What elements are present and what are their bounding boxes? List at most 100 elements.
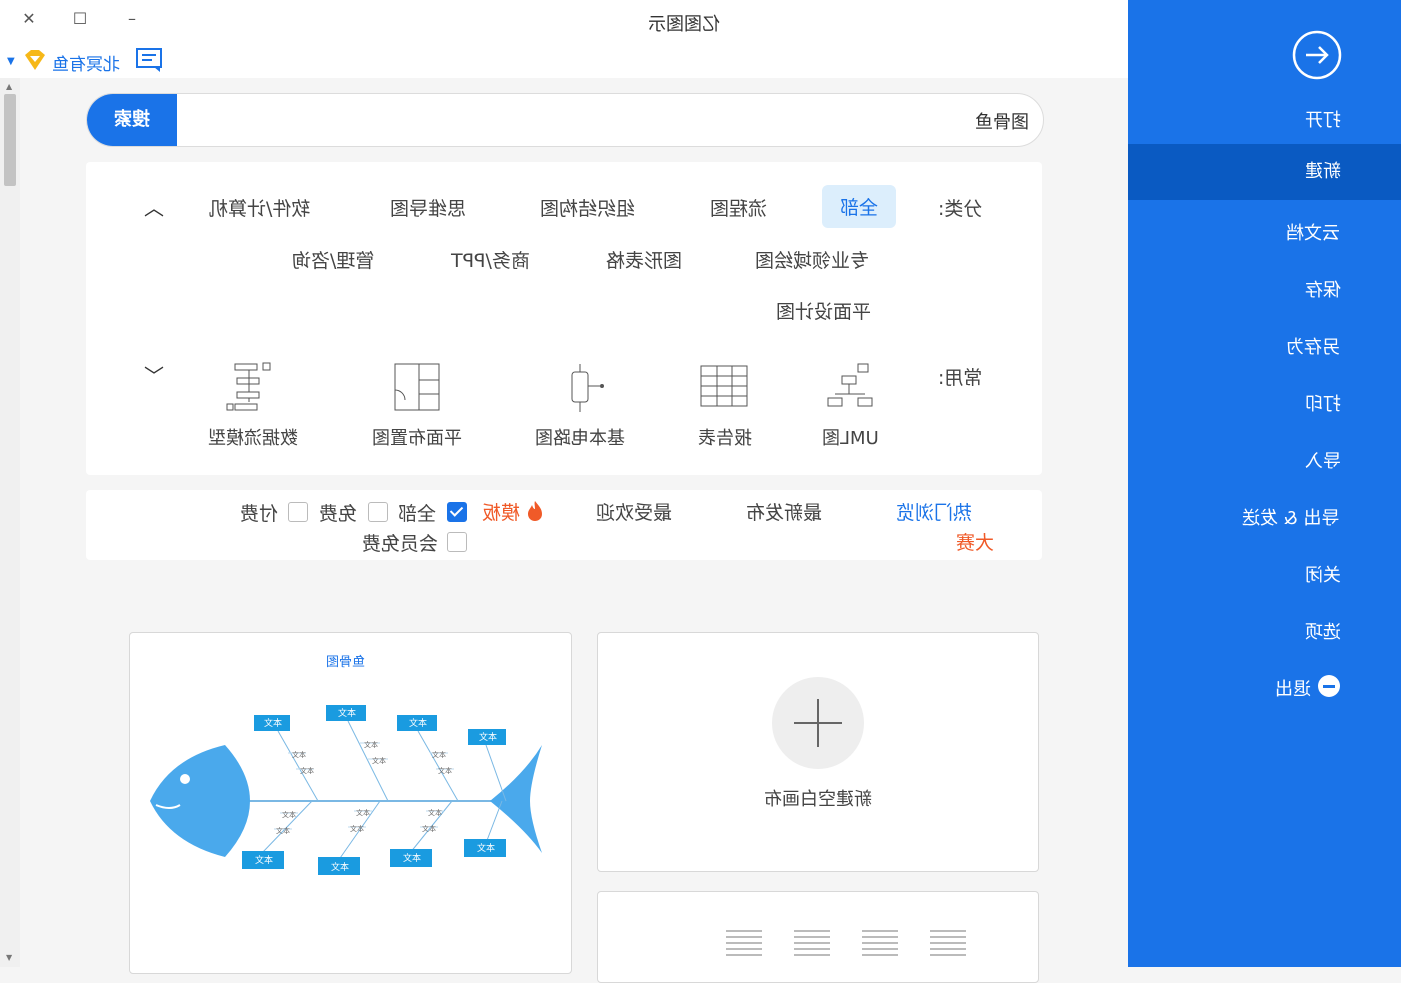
fire-icon bbox=[528, 501, 543, 521]
sidebar-item-options[interactable]: 选项 bbox=[1128, 618, 1401, 644]
fishbone-box: 文本 bbox=[326, 705, 366, 721]
svg-text:文本: 文本 bbox=[255, 854, 273, 866]
fishbone-diagram: 文本 文本 文本 文本 文本 文本 文本 文本 文本 文本 文本 文本 文本 文… bbox=[150, 705, 542, 875]
svg-text:文本: 文本 bbox=[409, 717, 427, 729]
sidebar-item-export-send[interactable]: 导出 & 发送 bbox=[1128, 504, 1401, 530]
collapse-up-icon[interactable]: ︿ bbox=[144, 192, 164, 221]
category-mindmap[interactable]: 思维导图 bbox=[390, 194, 466, 221]
fishbone-box: 文本 bbox=[242, 851, 284, 869]
message-icon[interactable] bbox=[134, 46, 164, 74]
category-graphic-table[interactable]: 图形表格 bbox=[606, 246, 682, 273]
category-panel: 分类: 全部 流程图 组织结构图 思维导图 软件/计算机 ︿ 专业领域绘图 图形… bbox=[86, 162, 1042, 475]
sidebar-item-exit[interactable]: 退出 bbox=[1128, 675, 1401, 701]
common-circuit[interactable]: 基本电路图 bbox=[515, 362, 645, 450]
window-title-text: 亿图图示 bbox=[648, 14, 720, 35]
svg-text:文本: 文本 bbox=[428, 808, 442, 817]
expand-down-icon[interactable]: ﹀ bbox=[144, 360, 164, 389]
svg-text:文本: 文本 bbox=[432, 750, 446, 759]
common-report[interactable]: 报告表 bbox=[660, 362, 790, 450]
report-icon bbox=[700, 365, 748, 407]
fishbone-box: 文本 bbox=[468, 729, 506, 745]
uml-icon bbox=[827, 363, 873, 407]
search-button-label: 搜索 bbox=[114, 109, 150, 130]
search-button[interactable]: 搜索 bbox=[87, 94, 177, 146]
user-name[interactable]: 北冥有鱼 bbox=[52, 50, 120, 75]
common-dataflow[interactable]: 数据流模型 bbox=[188, 362, 318, 450]
svg-text:文本: 文本 bbox=[403, 852, 421, 864]
sidebar-item-open[interactable]: 打开 bbox=[1128, 106, 1401, 132]
scroll-thumb[interactable] bbox=[4, 94, 16, 186]
maximize-icon: ☐ bbox=[72, 9, 88, 28]
filter-free-label: 免费 bbox=[319, 503, 358, 525]
fishbone-box: 文本 bbox=[390, 849, 432, 867]
sidebar-item-print[interactable]: 打印 bbox=[1128, 390, 1401, 416]
svg-text:文本: 文本 bbox=[338, 707, 356, 719]
svg-text:文本: 文本 bbox=[292, 750, 306, 759]
search-input[interactable] bbox=[197, 103, 1031, 139]
common-floor-plan[interactable]: 平面布置图 bbox=[352, 362, 482, 450]
category-software[interactable]: 软件/计算机 bbox=[209, 194, 310, 221]
minimize-icon: – bbox=[128, 9, 136, 28]
close-icon: ✕ bbox=[22, 9, 36, 28]
exit-icon[interactable] bbox=[1318, 675, 1340, 697]
svg-text:文本: 文本 bbox=[282, 810, 296, 819]
tab-hot-browse[interactable]: 热门浏览 bbox=[896, 498, 972, 525]
maximize-button[interactable]: ☐ bbox=[68, 8, 92, 32]
svg-text:文本: 文本 bbox=[350, 824, 364, 833]
filter-paid-checkbox[interactable] bbox=[288, 502, 308, 522]
circuit-icon bbox=[571, 364, 604, 412]
category-graphic-design[interactable]: 平面设计图 bbox=[776, 297, 871, 324]
close-button[interactable]: ✕ bbox=[17, 8, 41, 32]
minimize-button[interactable]: – bbox=[120, 8, 144, 32]
user-dropdown-icon[interactable]: ▼ bbox=[7, 56, 15, 67]
sidebar-item-save-as[interactable]: 另存为 bbox=[1128, 333, 1401, 359]
fishbone-box: 文本 bbox=[254, 715, 290, 731]
category-org-chart[interactable]: 组织结构图 bbox=[540, 194, 635, 221]
category-management[interactable]: 管理/咨询 bbox=[292, 246, 374, 273]
fishbone-box: 文本 bbox=[397, 715, 437, 731]
new-blank-canvas-card[interactable]: 新建空白画布 bbox=[597, 632, 1039, 872]
common-label: 常用: bbox=[938, 367, 983, 389]
sidebar-item-cloud-docs[interactable]: 云文档 bbox=[1128, 219, 1401, 245]
svg-text:文本: 文本 bbox=[477, 842, 495, 854]
user-name-text: 北冥有鱼 bbox=[52, 55, 120, 75]
filter-all-checkbox[interactable] bbox=[447, 502, 467, 522]
svg-text:文本: 文本 bbox=[300, 766, 314, 775]
tab-contest[interactable]: 大赛 bbox=[956, 528, 994, 555]
filter-free-checkbox[interactable] bbox=[368, 502, 388, 522]
template-card-fishbone[interactable]: 鱼骨图 文本 文本 文本 文本 文本 文本 文本 文本 文本 文本 文本 文本 … bbox=[129, 632, 572, 974]
open-arrow-icon[interactable] bbox=[1292, 30, 1342, 80]
svg-text:文本: 文本 bbox=[479, 731, 497, 743]
tab-latest[interactable]: 最新发布 bbox=[746, 498, 822, 525]
user-bar: ▼ 北冥有鱼 bbox=[0, 42, 1128, 78]
category-all[interactable]: 全部 bbox=[822, 185, 897, 228]
category-professional[interactable]: 专业领域绘图 bbox=[755, 246, 869, 273]
svg-text:文本: 文本 bbox=[264, 717, 282, 729]
svg-text:文本: 文本 bbox=[422, 824, 436, 833]
common-uml[interactable]: UML图 bbox=[785, 362, 915, 450]
category-business-ppt[interactable]: 商务/PPT bbox=[451, 246, 530, 273]
filter-bar: 热门浏览 最新发布 最受欢迎 模板 大赛 全部 免费 付费 会员免费 bbox=[86, 490, 1042, 560]
title-bar: ✕ ☐ – 亿图图示 bbox=[0, 0, 1128, 42]
svg-text:文本: 文本 bbox=[364, 740, 378, 749]
vertical-scrollbar[interactable]: ▲ ▼ bbox=[0, 78, 20, 967]
sidebar-item-close[interactable]: 关闭 bbox=[1128, 561, 1401, 587]
filter-member-free-checkbox[interactable] bbox=[447, 532, 467, 552]
scroll-up-icon[interactable]: ▲ bbox=[6, 82, 12, 91]
template-card-partial[interactable] bbox=[597, 891, 1039, 983]
sidebar-item-import[interactable]: 导入 bbox=[1128, 447, 1401, 473]
tab-popular[interactable]: 最受欢迎 bbox=[596, 498, 672, 525]
sidebar-item-save[interactable]: 保存 bbox=[1128, 276, 1401, 302]
floor-plan-icon bbox=[394, 363, 440, 411]
plus-icon bbox=[772, 677, 864, 769]
tab-template[interactable]: 模板 bbox=[482, 498, 544, 525]
vip-diamond-icon bbox=[25, 50, 45, 70]
svg-text:文本: 文本 bbox=[276, 826, 290, 835]
category-flowchart[interactable]: 流程图 bbox=[710, 194, 767, 221]
category-label: 分类: bbox=[938, 198, 983, 220]
svg-text:文本: 文本 bbox=[438, 766, 452, 775]
filter-all-label: 全部 bbox=[398, 503, 437, 525]
sidebar-item-new[interactable]: 新建 bbox=[1128, 144, 1401, 200]
scroll-down-icon[interactable]: ▼ bbox=[6, 953, 12, 962]
new-blank-canvas-label: 新建空白画布 bbox=[764, 789, 872, 810]
